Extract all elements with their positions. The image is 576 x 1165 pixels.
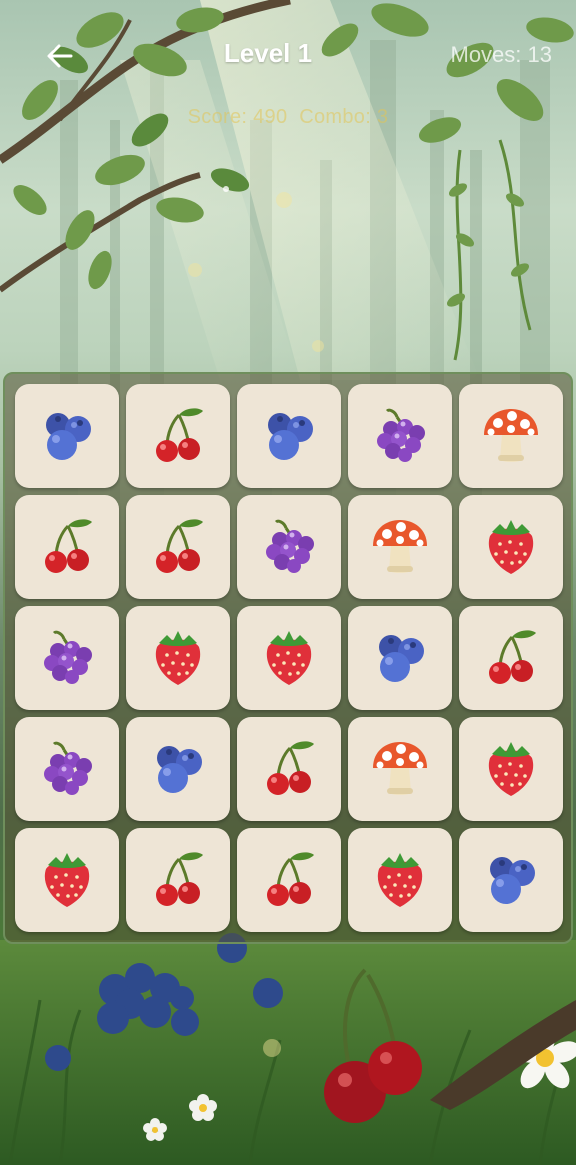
tile-cherry[interactable] (237, 828, 341, 932)
tile-grapes[interactable] (237, 495, 341, 599)
score-combo-line: Score: 490 Combo: 3 (0, 106, 576, 129)
tile-grapes[interactable] (15, 717, 119, 821)
strawberry-icon (266, 631, 312, 685)
cherry-icon (156, 408, 203, 462)
cherry-icon (45, 519, 92, 573)
moves-counter: Moves: 13 (450, 42, 553, 67)
mushroom-icon (484, 409, 538, 462)
strawberry-icon (44, 853, 90, 907)
tile-blueberry[interactable] (348, 606, 452, 710)
blueberry-icon (490, 857, 535, 904)
blueberry-icon (157, 746, 202, 793)
tile-grapes[interactable] (348, 384, 452, 488)
tile-strawberry[interactable] (126, 606, 230, 710)
top-bar: Level 1 Moves: 13 (0, 0, 576, 110)
blueberry-icon (46, 413, 91, 460)
tile-blueberry[interactable] (459, 828, 563, 932)
tile-blueberry[interactable] (126, 717, 230, 821)
game-screen: Level 1 Moves: 13 Score: 490 Combo: 3 (0, 0, 576, 1165)
tile-cherry[interactable] (126, 828, 230, 932)
strawberry-icon (155, 631, 201, 685)
tile-mushroom[interactable] (348, 717, 452, 821)
tile-blueberry[interactable] (15, 384, 119, 488)
tile-cherry[interactable] (126, 495, 230, 599)
mushroom-icon (373, 742, 427, 795)
grapes-icon (44, 630, 92, 684)
tile-mushroom[interactable] (348, 495, 452, 599)
tile-blueberry[interactable] (237, 384, 341, 488)
strawberry-icon (488, 742, 534, 796)
tile-strawberry[interactable] (15, 828, 119, 932)
mushroom-icon (373, 520, 427, 573)
strawberry-icon (377, 853, 423, 907)
tile-cherry[interactable] (126, 384, 230, 488)
tile-grapes[interactable] (15, 606, 119, 710)
grapes-icon (266, 519, 314, 573)
cherry-icon (489, 630, 536, 684)
tile-cherry[interactable] (459, 606, 563, 710)
back-button[interactable] (36, 32, 84, 80)
cherry-icon (267, 741, 314, 795)
tile-cherry[interactable] (237, 717, 341, 821)
cherry-icon (156, 519, 203, 573)
tile-strawberry[interactable] (237, 606, 341, 710)
game-board (3, 372, 573, 944)
cherry-icon (267, 852, 314, 906)
score-counter: Score: 490 (187, 106, 288, 128)
level-title: Level 1 (223, 38, 313, 68)
blueberry-icon (379, 635, 424, 682)
strawberry-icon (488, 520, 534, 574)
blueberry-icon (268, 413, 313, 460)
tile-strawberry[interactable] (348, 828, 452, 932)
tile-cherry[interactable] (15, 495, 119, 599)
combo-counter: Combo: 3 (299, 106, 389, 128)
grapes-icon (44, 741, 92, 795)
cherry-icon (156, 852, 203, 906)
arrow-left-icon (47, 44, 73, 68)
tile-strawberry[interactable] (459, 495, 563, 599)
tile-mushroom[interactable] (459, 384, 563, 488)
tile-strawberry[interactable] (459, 717, 563, 821)
grapes-icon (377, 408, 425, 462)
